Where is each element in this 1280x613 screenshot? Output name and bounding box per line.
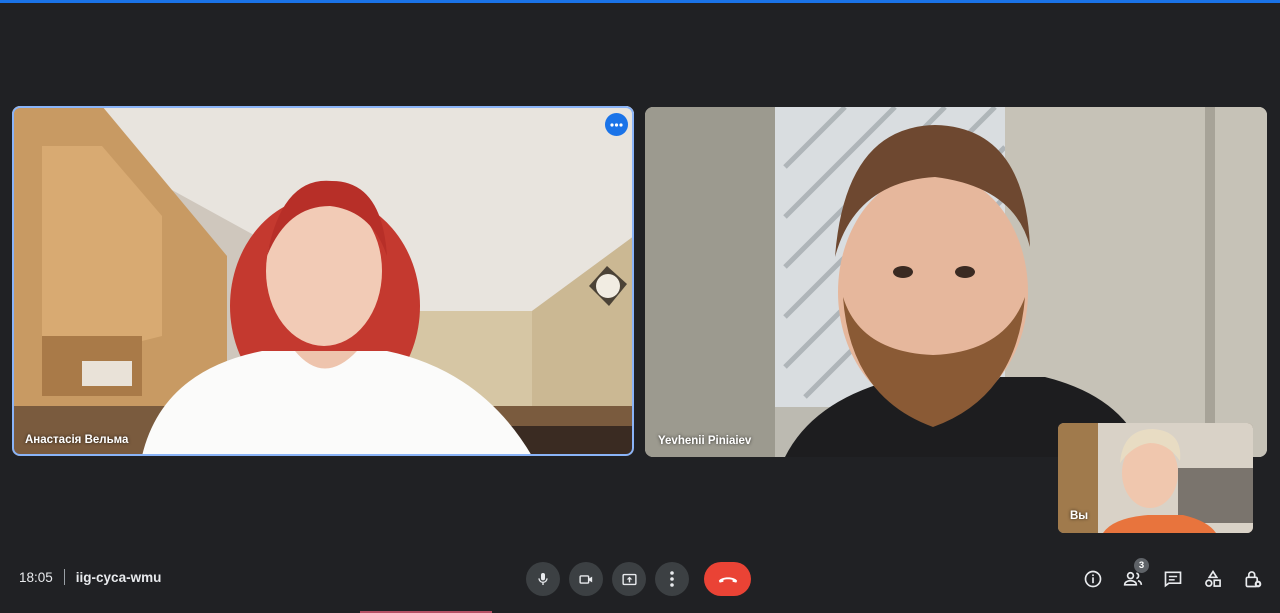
- chat-button[interactable]: [1153, 567, 1193, 591]
- host-controls-button[interactable]: [1233, 567, 1273, 591]
- people-count-badge: 3: [1134, 558, 1149, 573]
- meeting-time: 18:05: [19, 569, 53, 585]
- divider: [63, 569, 65, 585]
- more-options-icon: [670, 571, 674, 587]
- end-call-button[interactable]: [704, 562, 751, 596]
- tile-more-button[interactable]: [605, 113, 628, 136]
- activities-button[interactable]: [1193, 567, 1233, 591]
- meeting-tools: 3: [1073, 558, 1273, 591]
- participant-name: Анастасія Вельма: [25, 434, 129, 446]
- bottom-toolbar: 18:05 iig-cyca-wmu 3: [0, 543, 1280, 613]
- more-horiz-icon: [610, 122, 623, 127]
- present-button[interactable]: [612, 562, 646, 596]
- more-options-button[interactable]: [655, 562, 689, 596]
- self-view-tile[interactable]: Вы: [1058, 423, 1253, 533]
- present-screen-icon: [621, 573, 637, 585]
- chat-icon: [1164, 571, 1182, 588]
- meeting-details-button[interactable]: [1073, 567, 1113, 591]
- people-button[interactable]: 3: [1113, 558, 1153, 591]
- microphone-icon: [538, 573, 548, 585]
- microphone-button[interactable]: [526, 562, 560, 596]
- camera-button[interactable]: [569, 562, 603, 596]
- end-call-icon: [718, 577, 737, 583]
- activities-icon: [1205, 569, 1221, 587]
- participant-tile[interactable]: Анастасія Вельма: [12, 106, 634, 456]
- meeting-info: 18:05 iig-cyca-wmu: [19, 569, 161, 585]
- camera-icon: [578, 574, 592, 584]
- participant-tile[interactable]: Yevhenii Piniaiev: [645, 107, 1267, 457]
- participant-video: [645, 107, 1267, 457]
- participant-name: Yevhenii Piniaiev: [658, 435, 752, 447]
- call-controls: [526, 562, 751, 596]
- meeting-code: iig-cyca-wmu: [75, 569, 162, 585]
- top-accent-line: [0, 0, 1280, 3]
- host-controls-icon: [1245, 571, 1262, 588]
- info-icon: [1084, 570, 1102, 588]
- self-name: Вы: [1070, 510, 1089, 522]
- participant-video: [12, 106, 634, 456]
